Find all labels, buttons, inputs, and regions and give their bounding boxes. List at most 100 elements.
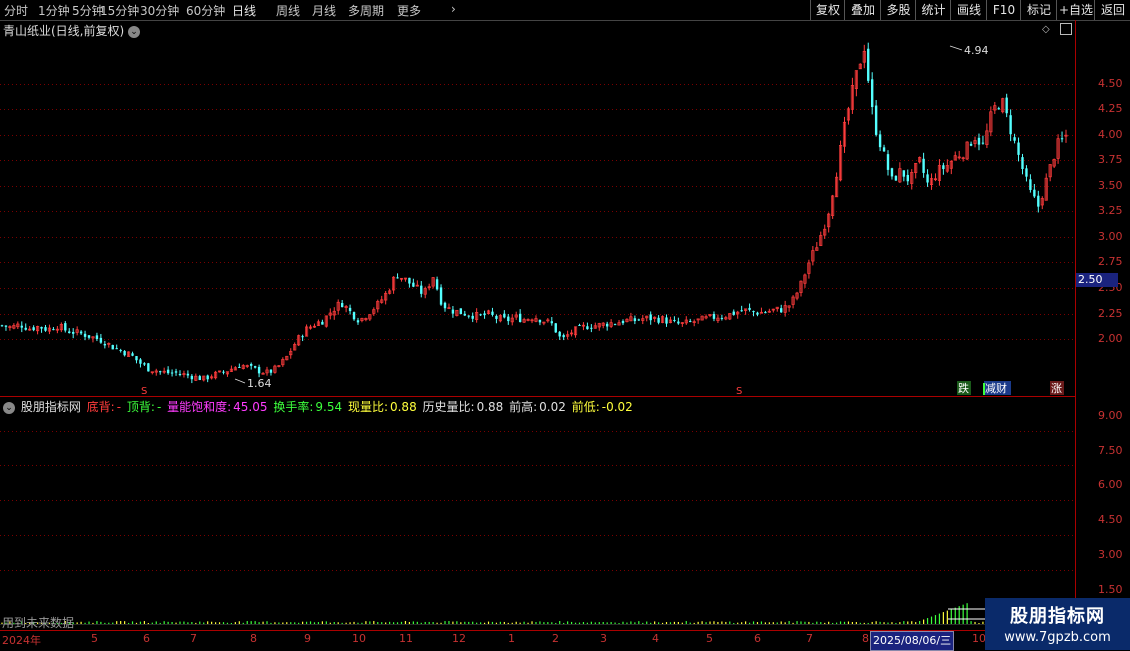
indicator-name[interactable]: 股朋指标网 [21, 400, 81, 414]
x-tick-label: 7 [806, 632, 813, 645]
candle-body [1017, 142, 1020, 155]
diamond-icon[interactable]: ◇ [1042, 24, 1052, 35]
candle-body [870, 79, 874, 108]
candle-body [867, 48, 870, 81]
tool-button-8[interactable]: 返回 [1094, 0, 1130, 20]
candle-body [253, 366, 257, 368]
x-tick-label-end: 10 [972, 632, 986, 645]
period-tab-4[interactable]: 30分钟 [140, 2, 179, 19]
candle-body [882, 147, 886, 152]
candle-body [166, 369, 170, 374]
y-tick-label: 2.00 [1098, 332, 1123, 345]
candle-body [420, 285, 423, 294]
candle-body [562, 335, 565, 338]
die-marker: 跌 [958, 381, 969, 395]
chevron-right-icon[interactable]: › [451, 2, 456, 16]
candle-body [673, 319, 676, 321]
candle-body [352, 312, 356, 320]
candle-body [170, 372, 174, 374]
candle-body [637, 319, 641, 321]
x-tick-label: 2024年 [2, 634, 41, 647]
candle-body [878, 134, 882, 148]
hist-volume-ratio-value: 0.88 [476, 400, 504, 414]
candle-body [111, 345, 114, 350]
sub-y-tick-label: 6.00 [1098, 478, 1123, 491]
period-tab-8[interactable]: 月线 [312, 2, 336, 19]
candle-body [412, 282, 415, 287]
period-tab-2[interactable]: 5分钟 [72, 2, 104, 19]
tool-button-1[interactable]: 叠加 [844, 0, 881, 20]
indicator-bar: ⌄ 股朋指标网 底背: - 顶背: - 量能饱和度: 45.05 换手率: 9.54 现… [3, 398, 635, 415]
candle-body [1029, 179, 1032, 190]
candle-body [64, 323, 67, 331]
candle-body [503, 313, 506, 318]
period-tab-1[interactable]: 1分钟 [38, 2, 70, 19]
chevron-down-icon[interactable]: ⌄ [128, 25, 141, 38]
period-tab-0[interactable]: 分时 [4, 2, 28, 19]
tool-button-0[interactable]: 复权 [810, 0, 845, 20]
candle-body [115, 348, 118, 350]
period-tab-7[interactable]: 周线 [276, 2, 300, 19]
candle-body [1005, 97, 1008, 114]
period-tab-6[interactable]: 日线 [232, 2, 256, 19]
candle-body [99, 337, 103, 343]
candle-body [657, 317, 660, 323]
period-tab-5[interactable]: 60分钟 [186, 2, 225, 19]
candle-body [87, 335, 91, 338]
period-tab-9[interactable]: 多周期 [348, 2, 384, 19]
pane-divider [0, 396, 1075, 397]
current-price-tag: 2.50 [1076, 273, 1118, 287]
candle-body [1025, 168, 1028, 177]
candle-body [186, 373, 190, 376]
candle-body [135, 356, 138, 361]
tool-button-4[interactable]: 画线 [950, 0, 987, 20]
candle-body [906, 174, 909, 182]
y-tick-label: 2.75 [1098, 255, 1123, 268]
y-tick-label: 3.75 [1098, 153, 1123, 166]
candle-body [408, 277, 411, 284]
candle-body [922, 158, 925, 173]
period-tab-3[interactable]: 15分钟 [100, 2, 139, 19]
tool-button-7[interactable]: +自选 [1056, 0, 1095, 20]
candle-body [712, 314, 716, 319]
x-tick-label: 3 [600, 632, 607, 645]
candle-body [198, 376, 201, 381]
candle-body [340, 303, 344, 308]
volume-indicator-chart[interactable] [0, 397, 1075, 630]
watermark-url: www.7gpzb.com [1004, 630, 1111, 645]
candle-body [451, 309, 455, 314]
x-tick-label: 7 [190, 632, 197, 645]
sub-y-tick-label: 7.50 [1098, 444, 1123, 457]
tool-button-3[interactable]: 统计 [915, 0, 951, 20]
candle-body [578, 324, 581, 326]
candle-body [894, 175, 898, 181]
candle-body [740, 310, 743, 312]
future-data-note: 用到未来数据 [2, 616, 75, 630]
candle-body [178, 374, 182, 376]
hist-volume-ratio-label: 历史量比: [422, 400, 475, 414]
dibei-value: - [116, 400, 122, 414]
x-tick-label: 5 [706, 632, 713, 645]
candle-body [52, 329, 55, 331]
period-tab-10[interactable]: 更多 [397, 2, 421, 19]
candle-body [83, 333, 87, 337]
chevron-down-icon[interactable]: ⌄ [3, 401, 15, 414]
candle-body [463, 313, 466, 316]
price-axis: 4.50 4.25 4.00 3.75 3.50 3.25 3.00 2.75 2.50 2.25… [1075, 20, 1130, 630]
candle-body [981, 142, 985, 144]
panel-toggle-icon[interactable] [1060, 23, 1072, 35]
prev-high-value: 0.02 [539, 400, 566, 414]
candle-body [764, 312, 767, 314]
candle-body [518, 313, 522, 323]
kline-chart[interactable]: 4.941.64S S 跌减财涨 [0, 20, 1075, 397]
candle-body [321, 321, 324, 325]
x-tick-label: 5 [91, 632, 98, 645]
tool-button-5[interactable]: F10 [986, 0, 1021, 20]
tool-button-2[interactable]: 多股 [880, 0, 916, 20]
prev-low-label: 前低: [571, 400, 600, 414]
y-tick-label: 3.25 [1098, 204, 1123, 217]
tool-button-6[interactable]: 标记 [1020, 0, 1057, 20]
candle-body [467, 315, 470, 317]
candle-body [1009, 115, 1012, 135]
candle-body [1033, 189, 1036, 197]
